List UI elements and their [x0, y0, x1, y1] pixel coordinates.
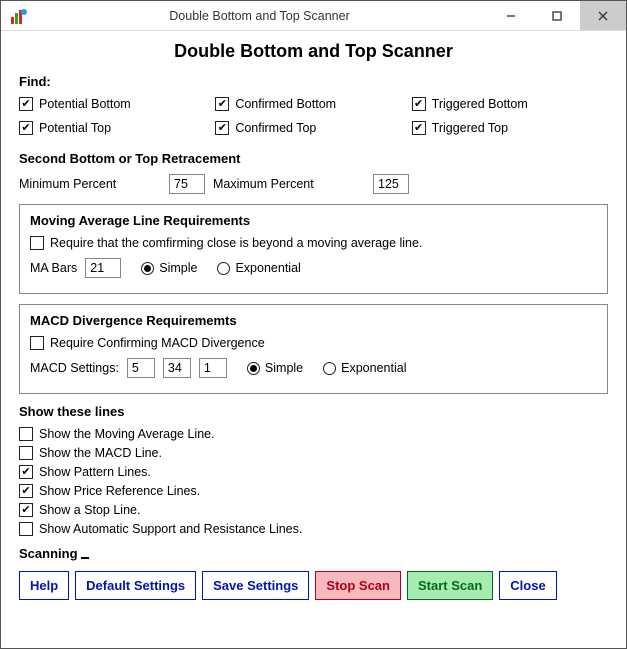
min-percent-input[interactable] [169, 174, 205, 194]
ma-group: Moving Average Line Requirements Require… [19, 204, 608, 294]
checkbox-show-sr[interactable]: Show Automatic Support and Resistance Li… [19, 522, 608, 536]
checkbox-potential-top[interactable]: Potential Top [19, 121, 111, 135]
macd-exp-label: Exponential [341, 361, 406, 375]
radio-ma-exponential[interactable]: Exponential [217, 261, 300, 275]
window-title: Double Bottom and Top Scanner [31, 9, 488, 23]
checkbox-show-ma-line[interactable]: Show the Moving Average Line. [19, 427, 608, 441]
content-area: Double Bottom and Top Scanner Find: Pote… [1, 31, 626, 612]
show-sr-label: Show Automatic Support and Resistance Li… [39, 522, 302, 536]
save-settings-button[interactable]: Save Settings [202, 571, 309, 600]
macd-settings-row: MACD Settings: Simple Exponential [30, 358, 597, 378]
checkbox-potential-bottom[interactable]: Potential Bottom [19, 97, 131, 111]
min-percent-label: Minimum Percent [19, 177, 169, 191]
scanning-status: Scanning [19, 546, 608, 561]
macd-group: MACD Divergence Requirememts Require Con… [19, 304, 608, 394]
find-row-2: Potential Top Confirmed Top Triggered To… [19, 121, 608, 135]
page-title: Double Bottom and Top Scanner [19, 41, 608, 62]
max-percent-input[interactable] [373, 174, 409, 194]
checkbox-triggered-top[interactable]: Triggered Top [412, 121, 508, 135]
title-bar: Double Bottom and Top Scanner [1, 1, 626, 31]
checkbox-confirmed-top[interactable]: Confirmed Top [215, 121, 316, 135]
radio-ma-simple[interactable]: Simple [141, 261, 197, 275]
maximize-button[interactable] [534, 1, 580, 30]
retracement-label: Second Bottom or Top Retracement [19, 151, 608, 166]
show-ma-label: Show the Moving Average Line. [39, 427, 215, 441]
button-row: Help Default Settings Save Settings Stop… [19, 571, 608, 600]
ma-settings-row: MA Bars Simple Exponential [30, 258, 597, 278]
radio-macd-simple[interactable]: Simple [247, 361, 303, 375]
macd-s3-input[interactable] [199, 358, 227, 378]
macd-s1-input[interactable] [127, 358, 155, 378]
checkbox-triggered-bottom[interactable]: Triggered Bottom [412, 97, 528, 111]
macd-title: MACD Divergence Requirememts [30, 313, 597, 328]
stop-scan-button[interactable]: Stop Scan [315, 571, 401, 600]
macd-simple-label: Simple [265, 361, 303, 375]
potential-top-label: Potential Top [39, 121, 111, 135]
ma-exp-label: Exponential [235, 261, 300, 275]
checkbox-show-price-ref[interactable]: Show Price Reference Lines. [19, 484, 608, 498]
confirmed-top-label: Confirmed Top [235, 121, 316, 135]
ma-title: Moving Average Line Requirements [30, 213, 597, 228]
macd-settings-label: MACD Settings: [30, 361, 119, 375]
checkbox-show-macd-line[interactable]: Show the MACD Line. [19, 446, 608, 460]
close-button[interactable]: Close [499, 571, 556, 600]
start-scan-button[interactable]: Start Scan [407, 571, 493, 600]
confirmed-bottom-label: Confirmed Bottom [235, 97, 336, 111]
find-row-1: Potential Bottom Confirmed Bottom Trigge… [19, 97, 608, 111]
ma-require-label: Require that the comfirming close is bey… [50, 236, 422, 250]
macd-require-label: Require Confirming MACD Divergence [50, 336, 265, 350]
window-controls [488, 1, 626, 30]
max-percent-label: Maximum Percent [213, 177, 373, 191]
triggered-top-label: Triggered Top [432, 121, 508, 135]
potential-bottom-label: Potential Bottom [39, 97, 131, 111]
app-icon [7, 4, 31, 28]
radio-macd-exponential[interactable]: Exponential [323, 361, 406, 375]
show-lines-label: Show these lines [19, 404, 608, 419]
show-stop-label: Show a Stop Line. [39, 503, 140, 517]
help-button[interactable]: Help [19, 571, 69, 600]
checkbox-ma-require[interactable]: Require that the comfirming close is bey… [30, 236, 597, 250]
checkbox-macd-require[interactable]: Require Confirming MACD Divergence [30, 336, 597, 350]
ma-simple-label: Simple [159, 261, 197, 275]
ma-bars-input[interactable] [85, 258, 121, 278]
retracement-row: Minimum Percent Maximum Percent [19, 174, 608, 194]
show-price-label: Show Price Reference Lines. [39, 484, 200, 498]
checkbox-show-stop[interactable]: Show a Stop Line. [19, 503, 608, 517]
show-pattern-label: Show Pattern Lines. [39, 465, 151, 479]
checkbox-confirmed-bottom[interactable]: Confirmed Bottom [215, 97, 336, 111]
default-settings-button[interactable]: Default Settings [75, 571, 196, 600]
ma-bars-label: MA Bars [30, 261, 77, 275]
cursor-icon [81, 557, 89, 559]
close-window-button[interactable] [580, 1, 626, 30]
macd-s2-input[interactable] [163, 358, 191, 378]
minimize-button[interactable] [488, 1, 534, 30]
find-label: Find: [19, 74, 608, 89]
checkbox-show-pattern[interactable]: Show Pattern Lines. [19, 465, 608, 479]
triggered-bottom-label: Triggered Bottom [432, 97, 528, 111]
show-macd-label: Show the MACD Line. [39, 446, 162, 460]
